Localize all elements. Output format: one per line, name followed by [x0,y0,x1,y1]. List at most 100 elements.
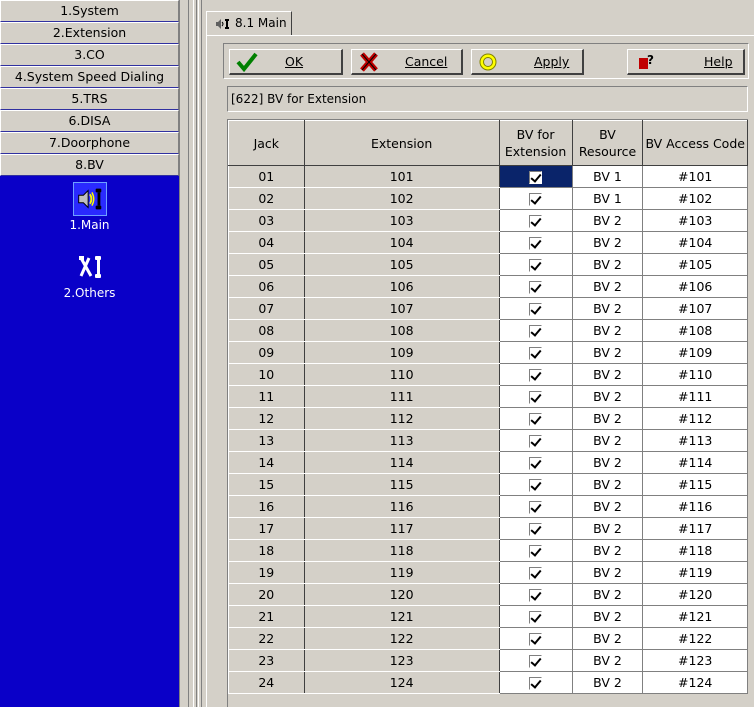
sub-item-main[interactable]: 1.Main [0,182,179,232]
bv-access-code-cell[interactable]: #104 [642,231,748,254]
col-header-bv-resource[interactable]: BV Resource [571,120,644,166]
bv-resource-cell[interactable]: BV 2 [572,209,644,232]
sub-item-others[interactable]: 2.Others [0,250,179,300]
nav-item-bv[interactable]: 8.BV [0,154,179,176]
bv-for-extension-cell[interactable] [499,539,573,562]
bv-access-code-cell[interactable]: #101 [642,165,748,188]
nav-item-doorphone[interactable]: 7.Doorphone [0,132,179,154]
bv-access-code-cell[interactable]: #108 [642,319,748,342]
bv-for-extension-cell[interactable] [499,583,573,606]
bv-for-extension-checkbox[interactable] [529,633,543,646]
bv-resource-cell[interactable]: BV 2 [572,649,644,672]
apply-button[interactable]: Apply [471,49,584,75]
ok-button[interactable]: OK [229,49,343,75]
bv-for-extension-cell[interactable] [499,363,573,386]
bv-access-code-cell[interactable]: #103 [642,209,748,232]
bv-resource-cell[interactable]: BV 2 [572,605,644,628]
bv-resource-cell[interactable]: BV 2 [572,451,644,474]
bv-for-extension-checkbox[interactable] [529,545,543,558]
bv-resource-cell[interactable]: BV 2 [572,671,644,694]
nav-item-disa[interactable]: 6.DISA [0,110,179,132]
help-button[interactable]: ? Help [627,49,745,75]
bv-resource-cell[interactable]: BV 2 [572,495,644,518]
bv-for-extension-checkbox[interactable] [529,435,543,448]
bv-resource-cell[interactable]: BV 2 [572,297,644,320]
bv-resource-cell[interactable]: BV 2 [572,473,644,496]
bv-resource-cell[interactable]: BV 2 [572,627,644,650]
bv-for-extension-cell[interactable] [499,429,573,452]
bv-for-extension-checkbox[interactable] [529,281,543,294]
bv-for-extension-checkbox[interactable] [529,611,543,624]
bv-access-code-cell[interactable]: #102 [642,187,748,210]
col-header-bv-access-code[interactable]: BV Access Code [642,120,748,166]
bv-access-code-cell[interactable]: #111 [642,385,748,408]
col-header-extension[interactable]: Extension [303,120,500,166]
bv-for-extension-cell[interactable] [499,165,573,188]
bv-resource-cell[interactable]: BV 2 [572,583,644,606]
bv-for-extension-cell[interactable] [499,627,573,650]
bv-for-extension-checkbox[interactable] [529,171,543,184]
bv-resource-cell[interactable]: BV 2 [572,429,644,452]
bv-access-code-cell[interactable]: #109 [642,341,748,364]
bv-access-code-cell[interactable]: #123 [642,649,748,672]
bv-for-extension-cell[interactable] [499,275,573,298]
bv-for-extension-cell[interactable] [499,605,573,628]
bv-resource-cell[interactable]: BV 2 [572,341,644,364]
bv-for-extension-checkbox[interactable] [529,193,543,206]
bv-for-extension-cell[interactable] [499,341,573,364]
bv-for-extension-cell[interactable] [499,495,573,518]
bv-access-code-cell[interactable]: #112 [642,407,748,430]
bv-for-extension-cell[interactable] [499,451,573,474]
bv-resource-cell[interactable]: BV 2 [572,385,644,408]
bv-for-extension-cell[interactable] [499,297,573,320]
bv-for-extension-cell[interactable] [499,187,573,210]
bv-for-extension-checkbox[interactable] [529,677,543,690]
bv-access-code-cell[interactable]: #121 [642,605,748,628]
nav-item-system-speed-dialing[interactable]: 4.System Speed Dialing [0,66,179,88]
bv-for-extension-checkbox[interactable] [529,479,543,492]
bv-for-extension-checkbox[interactable] [529,325,543,338]
bv-resource-cell[interactable]: BV 2 [572,253,644,276]
bv-resource-cell[interactable]: BV 2 [572,561,644,584]
bv-resource-cell[interactable]: BV 2 [572,231,644,254]
tab-main[interactable]: 8.1 Main [206,11,292,35]
bv-resource-cell[interactable]: BV 1 [572,165,644,188]
bv-access-code-cell[interactable]: #110 [642,363,748,386]
bv-resource-cell[interactable]: BV 2 [572,275,644,298]
bv-resource-cell[interactable]: BV 2 [572,407,644,430]
bv-for-extension-checkbox[interactable] [529,391,543,404]
col-header-bv-for-extension[interactable]: BV for Extension [498,120,573,166]
bv-access-code-cell[interactable]: #122 [642,627,748,650]
bv-for-extension-cell[interactable] [499,209,573,232]
bv-for-extension-cell[interactable] [499,671,573,694]
bv-resource-cell[interactable]: BV 2 [572,517,644,540]
bv-for-extension-checkbox[interactable] [529,457,543,470]
bv-resource-cell[interactable]: BV 2 [572,539,644,562]
bv-access-code-cell[interactable]: #118 [642,539,748,562]
bv-for-extension-cell[interactable] [499,407,573,430]
bv-access-code-cell[interactable]: #113 [642,429,748,452]
bv-for-extension-checkbox[interactable] [529,567,543,580]
nav-item-system[interactable]: 1.System [0,0,179,22]
cancel-button[interactable]: Cancel [351,49,463,75]
bv-resource-cell[interactable]: BV 2 [572,363,644,386]
bv-for-extension-checkbox[interactable] [529,523,543,536]
bv-resource-cell[interactable]: BV 1 [572,187,644,210]
bv-for-extension-cell[interactable] [499,517,573,540]
splitter[interactable] [188,0,202,707]
bv-for-extension-checkbox[interactable] [529,237,543,250]
bv-for-extension-checkbox[interactable] [529,259,543,272]
bv-access-code-cell[interactable]: #105 [642,253,748,276]
nav-item-co[interactable]: 3.CO [0,44,179,66]
bv-access-code-cell[interactable]: #117 [642,517,748,540]
bv-access-code-cell[interactable]: #115 [642,473,748,496]
bv-for-extension-checkbox[interactable] [529,369,543,382]
bv-for-extension-cell[interactable] [499,649,573,672]
bv-access-code-cell[interactable]: #120 [642,583,748,606]
bv-for-extension-checkbox[interactable] [529,501,543,514]
bv-access-code-cell[interactable]: #106 [642,275,748,298]
bv-access-code-cell[interactable]: #107 [642,297,748,320]
bv-for-extension-checkbox[interactable] [529,413,543,426]
bv-for-extension-checkbox[interactable] [529,215,543,228]
bv-for-extension-cell[interactable] [499,473,573,496]
